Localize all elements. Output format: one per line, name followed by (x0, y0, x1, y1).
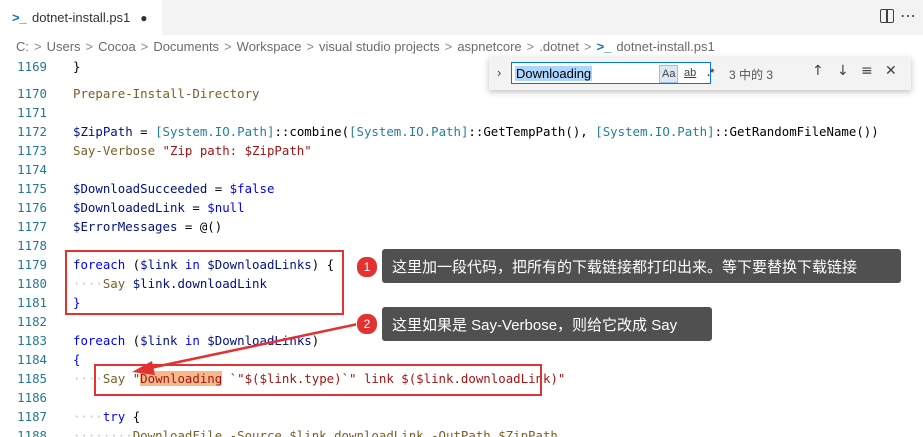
annotation-number-badge: 1 (356, 256, 378, 278)
annotation-arrow (132, 322, 359, 375)
annotation-callout-2: 这里如果是 Say-Verbose，则给它改成 Say (382, 307, 712, 341)
annotation-callout-1: 这里加一段代码，把所有的下载链接都打印出来。等下要替换下载链接 (382, 249, 901, 283)
annotation-number-badge: 2 (356, 313, 378, 335)
